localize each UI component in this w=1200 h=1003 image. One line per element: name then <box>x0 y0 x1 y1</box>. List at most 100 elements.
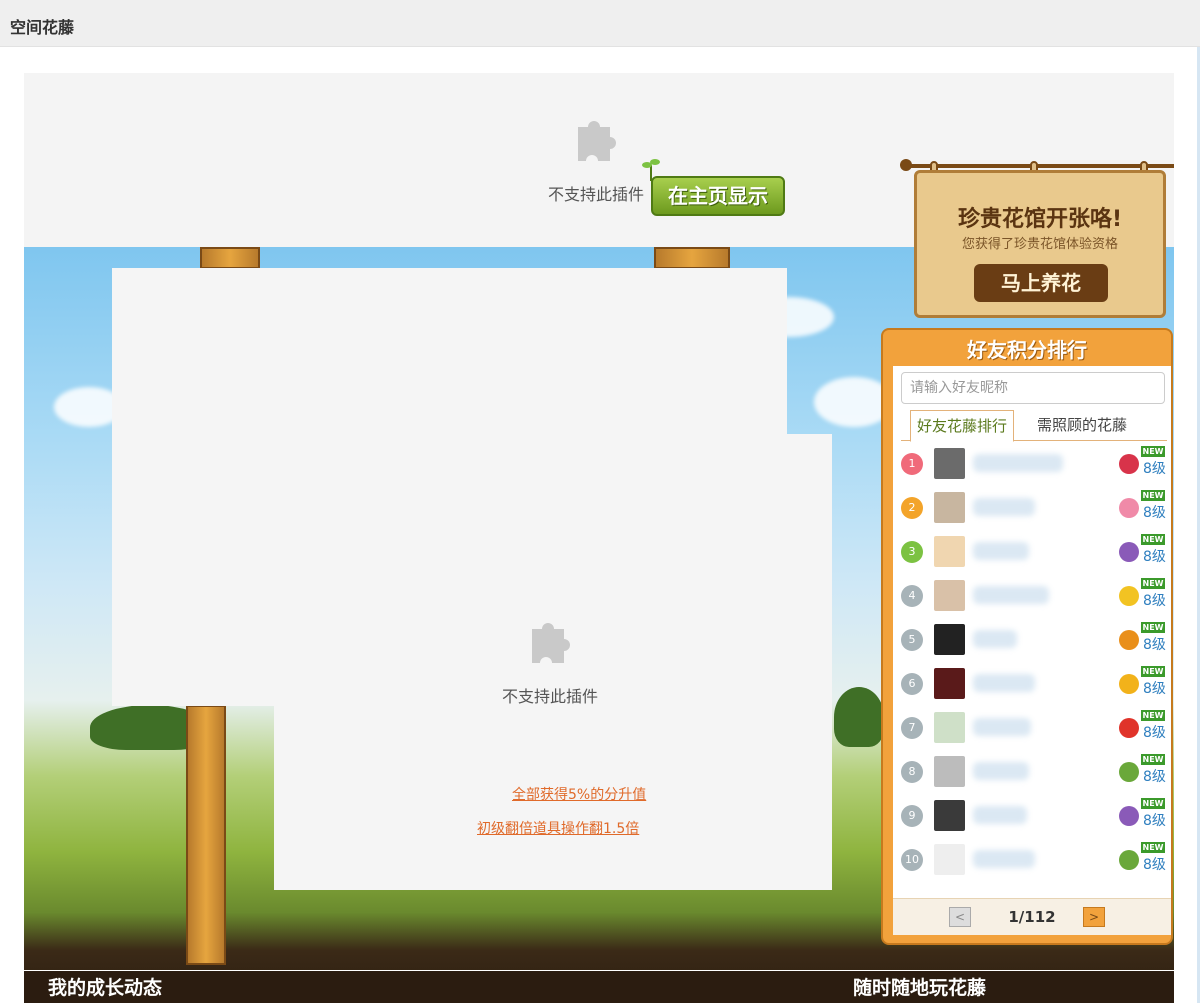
new-badge: NEW <box>1141 446 1165 457</box>
ranking-content: 请输入好友昵称 好友花藤排行 需照顾的花藤 1 NEW 8级 2 NEW 8级 3 NEW 8级… <box>893 366 1171 935</box>
friend-name-blurred[interactable] <box>973 718 1031 736</box>
level-label: 8级 <box>1143 505 1166 521</box>
friend-name-blurred[interactable] <box>973 586 1049 604</box>
level-label: 8级 <box>1143 813 1166 829</box>
rank-number: 1 <box>901 453 923 475</box>
avatar[interactable] <box>934 624 965 655</box>
ranking-row[interactable]: 5 NEW 8级 <box>893 622 1171 666</box>
avatar[interactable] <box>934 712 965 743</box>
app-title: 空间花藤 <box>10 18 75 37</box>
page-indicator: 1/112 <box>1008 908 1056 926</box>
puzzle-icon <box>532 623 570 663</box>
ranking-row[interactable]: 2 NEW 8级 <box>893 490 1171 534</box>
new-badge: NEW <box>1141 622 1165 633</box>
tree-shape <box>834 687 884 747</box>
rope-knob <box>900 159 912 171</box>
ranking-row[interactable]: 9 NEW 8级 <box>893 798 1171 842</box>
rank-number: 8 <box>901 761 923 783</box>
next-page-button[interactable]: > <box>1083 907 1105 927</box>
flower-icon <box>1119 762 1139 782</box>
avatar[interactable] <box>934 668 965 699</box>
friend-name-blurred[interactable] <box>973 630 1017 648</box>
ranking-row[interactable]: 6 NEW 8级 <box>893 666 1171 710</box>
flower-icon <box>1119 586 1139 606</box>
ranking-row[interactable]: 10 NEW 8级 <box>893 842 1171 886</box>
rank-number: 4 <box>901 585 923 607</box>
new-badge: NEW <box>1141 710 1165 721</box>
friend-name-blurred[interactable] <box>973 762 1029 780</box>
rank-number: 5 <box>901 629 923 651</box>
rank-number: 9 <box>901 805 923 827</box>
friend-name-blurred[interactable] <box>973 806 1027 824</box>
avatar[interactable] <box>934 756 965 787</box>
avatar[interactable] <box>934 844 965 875</box>
flower-icon <box>1119 630 1139 650</box>
new-badge: NEW <box>1141 798 1165 809</box>
level-label: 8级 <box>1143 593 1166 609</box>
ranking-title: 好友积分排行 <box>967 338 1087 362</box>
flower-icon <box>1119 498 1139 518</box>
ranking-row[interactable]: 4 NEW 8级 <box>893 578 1171 622</box>
promo-title: 珍贵花馆开张咯! <box>957 207 1123 232</box>
level-label: 8级 <box>1143 857 1166 873</box>
bottom-bar: 我的成长动态 随时随地玩花藤 <box>24 970 1174 1003</box>
ranking-row[interactable]: 7 NEW 8级 <box>893 710 1171 754</box>
new-badge: NEW <box>1141 578 1165 589</box>
ranking-row[interactable]: 3 NEW 8级 <box>893 534 1171 578</box>
avatar[interactable] <box>934 448 965 479</box>
level-label: 8级 <box>1143 549 1166 565</box>
rank-number: 2 <box>901 497 923 519</box>
friend-search-input[interactable]: 请输入好友昵称 <box>901 372 1165 404</box>
promo-board: 珍贵花馆开张咯! 您获得了珍贵花馆体验资格 马上养花 <box>914 170 1166 318</box>
flower-icon <box>1119 674 1139 694</box>
plugin-unsupported-text: 不支持此插件 <box>502 687 599 706</box>
rank-number: 6 <box>901 673 923 695</box>
flower-icon <box>1119 454 1139 474</box>
friend-name-blurred[interactable] <box>973 498 1035 516</box>
new-badge: NEW <box>1141 534 1165 545</box>
new-badge: NEW <box>1141 666 1165 677</box>
ranking-row[interactable]: 8 NEW 8级 <box>893 754 1171 798</box>
wooden-post <box>200 247 260 269</box>
puzzle-icon <box>578 121 616 161</box>
game-link-bonus[interactable]: 全部获得5%的分升值 <box>512 784 646 804</box>
new-badge: NEW <box>1141 842 1165 853</box>
ranking-row[interactable]: 1 NEW 8级 <box>893 446 1171 490</box>
friend-name-blurred[interactable] <box>973 454 1063 472</box>
tab-needs-care[interactable]: 需照顾的花藤 <box>1031 410 1133 440</box>
ranking-tabs: 好友花藤排行 需照顾的花藤 <box>901 410 1167 442</box>
plugin-placeholder-top: 不支持此插件 <box>24 73 884 247</box>
play-anywhere-label[interactable]: 随时随地玩花藤 <box>853 973 986 1000</box>
level-label: 8级 <box>1143 637 1166 653</box>
friend-name-blurred[interactable] <box>973 674 1035 692</box>
avatar[interactable] <box>934 800 965 831</box>
game-link-double-item[interactable]: 初级翻倍道具操作翻1.5倍 <box>477 818 639 838</box>
my-growth-feed-label[interactable]: 我的成长动态 <box>48 973 162 1000</box>
rank-number: 10 <box>901 849 923 871</box>
raise-flower-button[interactable]: 马上养花 <box>974 264 1108 302</box>
level-label: 8级 <box>1143 769 1166 785</box>
level-label: 8级 <box>1143 461 1166 477</box>
avatar[interactable] <box>934 536 965 567</box>
friend-ranking-panel: 好友积分排行 请输入好友昵称 好友花藤排行 需照顾的花藤 1 NEW 8级 2 NEW 8… <box>881 328 1173 945</box>
friend-name-blurred[interactable] <box>973 542 1029 560</box>
tab-friend-vine-ranking[interactable]: 好友花藤排行 <box>910 410 1015 442</box>
level-label: 8级 <box>1143 725 1166 741</box>
friend-name-blurred[interactable] <box>973 850 1035 868</box>
avatar[interactable] <box>934 580 965 611</box>
flower-icon <box>1119 806 1139 826</box>
show-on-homepage-button[interactable]: 在主页显示 <box>651 176 785 216</box>
game-stage: 不支持此插件 在主页显示 珍贵花馆开张咯! 您获得了珍贵花馆体验资格 马上养花 … <box>24 73 1174 1003</box>
avatar[interactable] <box>934 492 965 523</box>
plugin-unsupported-text: 不支持此插件 <box>548 185 645 204</box>
flower-icon <box>1119 850 1139 870</box>
wooden-post <box>654 247 730 269</box>
rank-number: 3 <box>901 541 923 563</box>
new-badge: NEW <box>1141 754 1165 765</box>
promo-subtitle: 您获得了珍贵花馆体验资格 <box>961 237 1118 252</box>
flower-icon <box>1119 542 1139 562</box>
rank-number: 7 <box>901 717 923 739</box>
sign-rope <box>904 164 1174 168</box>
app-header: 空间花藤 <box>0 0 1200 47</box>
ranking-pager: < 1/112 > <box>893 898 1171 935</box>
